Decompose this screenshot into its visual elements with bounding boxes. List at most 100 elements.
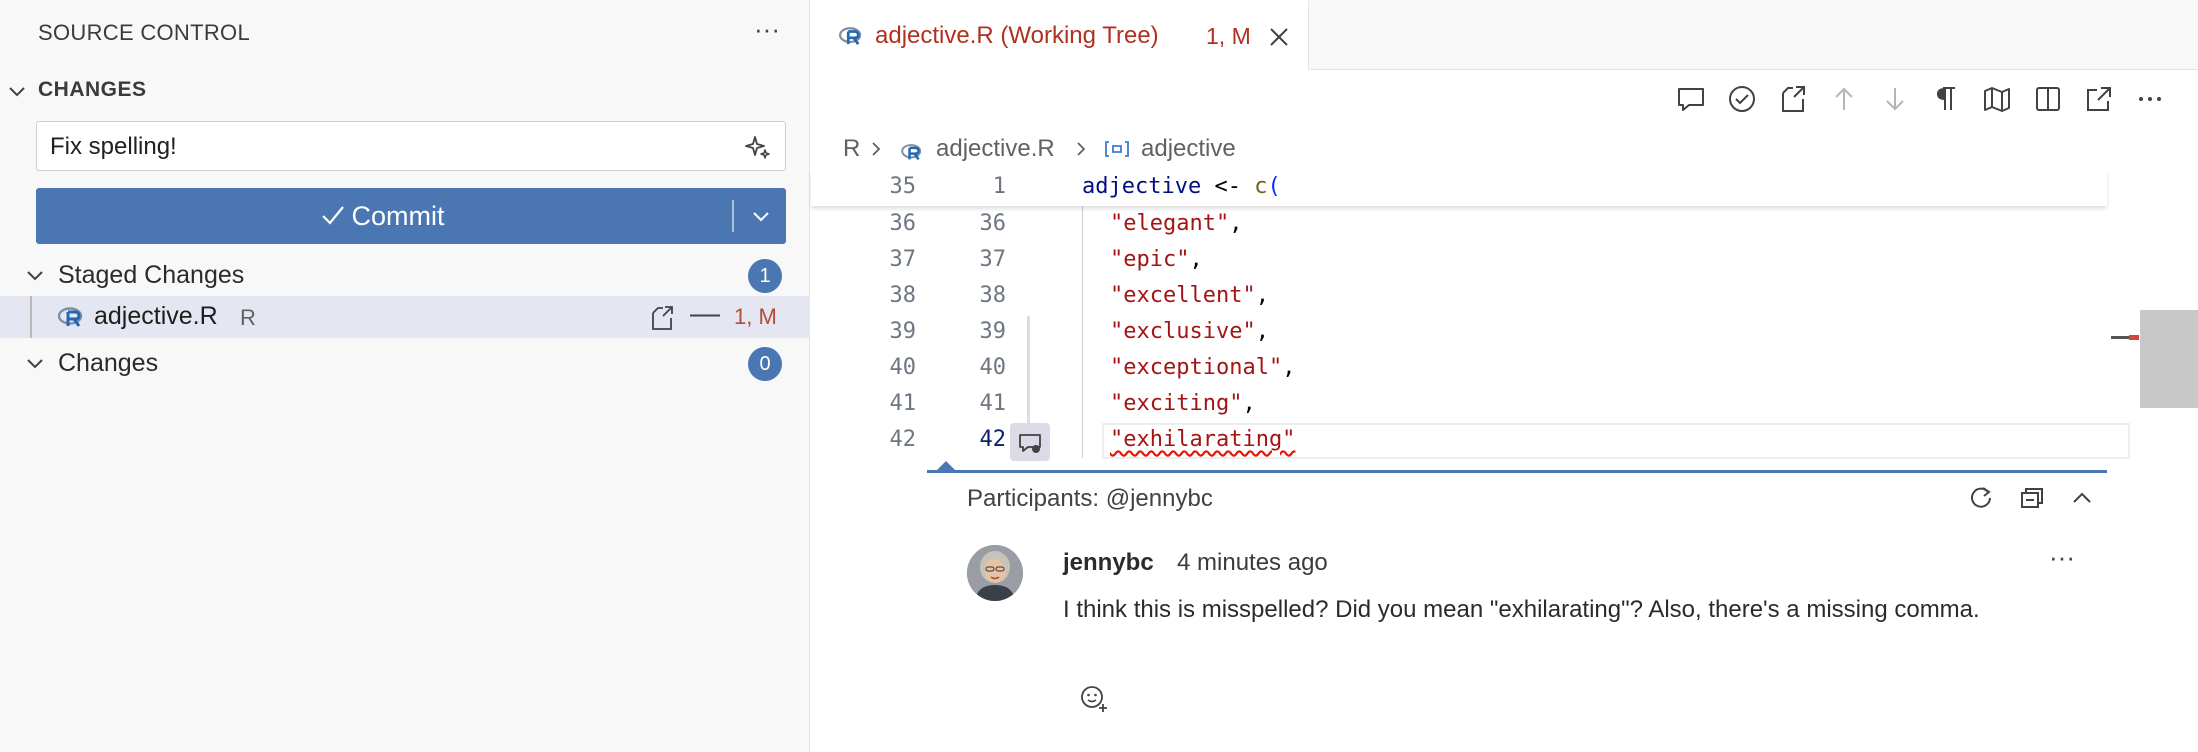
changes-group[interactable]: Changes 0	[0, 342, 810, 384]
scrollbar-slider[interactable]	[2140, 310, 2198, 408]
line-number-new: 39	[979, 319, 1007, 344]
collapse-all-icon[interactable]	[2017, 483, 2047, 513]
refresh-icon[interactable]	[1966, 483, 1996, 513]
staged-changes-group[interactable]: Staged Changes 1	[0, 254, 810, 296]
symbol-variable-icon	[1104, 138, 1130, 166]
code-line: "epic",	[1110, 247, 1203, 272]
commit-message-text: Fix spelling!	[50, 133, 177, 160]
r-file-icon	[838, 26, 863, 51]
chevron-down-icon	[753, 212, 769, 222]
comment-icon[interactable]	[1674, 82, 1708, 116]
editor-toolbar	[811, 70, 2198, 128]
line-number-new: 1	[992, 174, 1006, 199]
commit-button[interactable]: Commit	[36, 188, 728, 244]
check-circle-icon[interactable]	[1725, 82, 1759, 116]
staged-file-name: adjective.R	[94, 302, 218, 330]
comment-thread-widget: Participants: @jennybc jennybc 4 minutes…	[927, 461, 2107, 752]
chevron-right-icon	[1072, 138, 1090, 158]
breadcrumb-folder[interactable]: R	[843, 135, 860, 163]
staged-count-badge: 1	[748, 259, 782, 293]
commit-message-input[interactable]: Fix spelling!	[36, 121, 786, 171]
line-number-old: 41	[889, 391, 917, 416]
chevron-down-icon	[24, 264, 46, 286]
line-number-new: 42	[979, 427, 1007, 452]
changes-section-header[interactable]: CHANGES	[0, 72, 810, 110]
open-external-icon[interactable]	[2082, 82, 2116, 116]
comment-body: I think this is misspelled? Did you mean…	[1063, 596, 1980, 623]
code-line: "exclusive",	[1110, 319, 1269, 344]
sparkle-icon[interactable]	[743, 133, 773, 163]
comment-thread-header: Participants: @jennybc	[927, 473, 2107, 517]
comment-timestamp: 4 minutes ago	[1177, 549, 1328, 576]
changes-count-badge: 0	[748, 347, 782, 381]
close-icon[interactable]	[1266, 24, 1292, 50]
line-number-old: 36	[889, 211, 917, 236]
sidebar-header: SOURCE CONTROL ···	[0, 0, 810, 64]
pilcrow-icon[interactable]	[1929, 82, 1963, 116]
changes-group-label: Changes	[58, 349, 159, 377]
code-line: "elegant",	[1110, 211, 1243, 236]
editor-tab-bar: adjective.R (Working Tree) 1, M	[811, 0, 2198, 70]
staged-file-dir: R	[240, 305, 256, 330]
chevron-right-icon	[867, 138, 885, 158]
open-file-icon[interactable]	[1776, 82, 1810, 116]
line-number-old: 39	[889, 319, 917, 344]
indent-guide	[1082, 206, 1083, 458]
line-number-old: 38	[889, 283, 917, 308]
open-file-icon[interactable]	[648, 304, 676, 332]
add-reaction-icon[interactable]	[1079, 683, 1109, 713]
chevron-down-icon	[24, 352, 46, 374]
code-line: "exciting",	[1110, 391, 1256, 416]
source-control-sidebar: SOURCE CONTROL ··· CHANGES Fix spelling!…	[0, 0, 810, 752]
commit-button-group: Commit	[36, 188, 786, 244]
code-editor[interactable]: 35 1 adjective <- c( 36 36 "elegant", 37…	[811, 170, 2198, 752]
code-text: adjective <- c(	[1082, 174, 1281, 199]
minimap-change-marker	[2129, 335, 2139, 340]
code-line-misspelled: "exhilarating"	[1110, 427, 1296, 452]
sidebar-title: SOURCE CONTROL	[38, 20, 250, 45]
more-icon[interactable]	[2133, 82, 2167, 116]
split-editor-icon[interactable]	[2031, 82, 2065, 116]
comment-gutter-button[interactable]	[1010, 423, 1050, 461]
line-number-old: 37	[889, 247, 917, 272]
comment-more-button[interactable]: ···	[2045, 542, 2079, 576]
avatar	[967, 545, 1023, 601]
line-number-old: 35	[889, 174, 917, 199]
line-number-new: 38	[979, 283, 1007, 308]
staged-file-row[interactable]: adjective.R R — 1, M	[0, 296, 810, 338]
line-number-old: 40	[889, 355, 917, 380]
change-decoration	[1027, 316, 1030, 431]
commit-dropdown-button[interactable]	[736, 188, 786, 244]
map-icon[interactable]	[1980, 82, 2014, 116]
breadcrumb-symbol[interactable]: adjective	[1141, 135, 1236, 163]
staged-changes-label: Staged Changes	[58, 261, 245, 289]
widget-arrow	[937, 461, 955, 470]
staged-file-status: 1, M	[734, 304, 777, 329]
tab-status: 1, M	[1206, 23, 1251, 49]
chevron-up-icon[interactable]	[2067, 483, 2097, 513]
comment-author: jennybc	[1063, 549, 1154, 576]
chevron-down-icon	[6, 80, 28, 102]
commit-separator	[732, 200, 734, 232]
line-number-old: 42	[889, 427, 917, 452]
breadcrumb-file[interactable]: adjective.R	[936, 135, 1055, 163]
sticky-scroll-line[interactable]: 35 1 adjective <- c(	[811, 170, 2107, 206]
code-line: "exceptional",	[1110, 355, 1296, 380]
changes-section-title: CHANGES	[38, 78, 147, 101]
check-icon	[320, 202, 346, 228]
tab-adjective-working-tree[interactable]: adjective.R (Working Tree) 1, M	[811, 0, 1309, 70]
line-number-new: 37	[979, 247, 1007, 272]
arrow-down-icon[interactable]	[1878, 82, 1912, 116]
commit-label: Commit	[351, 201, 445, 231]
breadcrumb: R adjective.R adjective	[811, 128, 2198, 170]
indent-guide	[30, 296, 32, 338]
code-line: "excellent",	[1110, 283, 1269, 308]
sidebar-more-button[interactable]: ···	[750, 14, 784, 48]
unstage-button[interactable]: —	[690, 299, 720, 330]
participants-label: Participants: @jennybc	[967, 485, 1213, 512]
line-number-new: 41	[979, 391, 1007, 416]
r-file-icon	[57, 306, 84, 328]
arrow-up-icon[interactable]	[1827, 82, 1861, 116]
line-number-new: 36	[979, 211, 1007, 236]
line-number-new: 40	[979, 355, 1007, 380]
